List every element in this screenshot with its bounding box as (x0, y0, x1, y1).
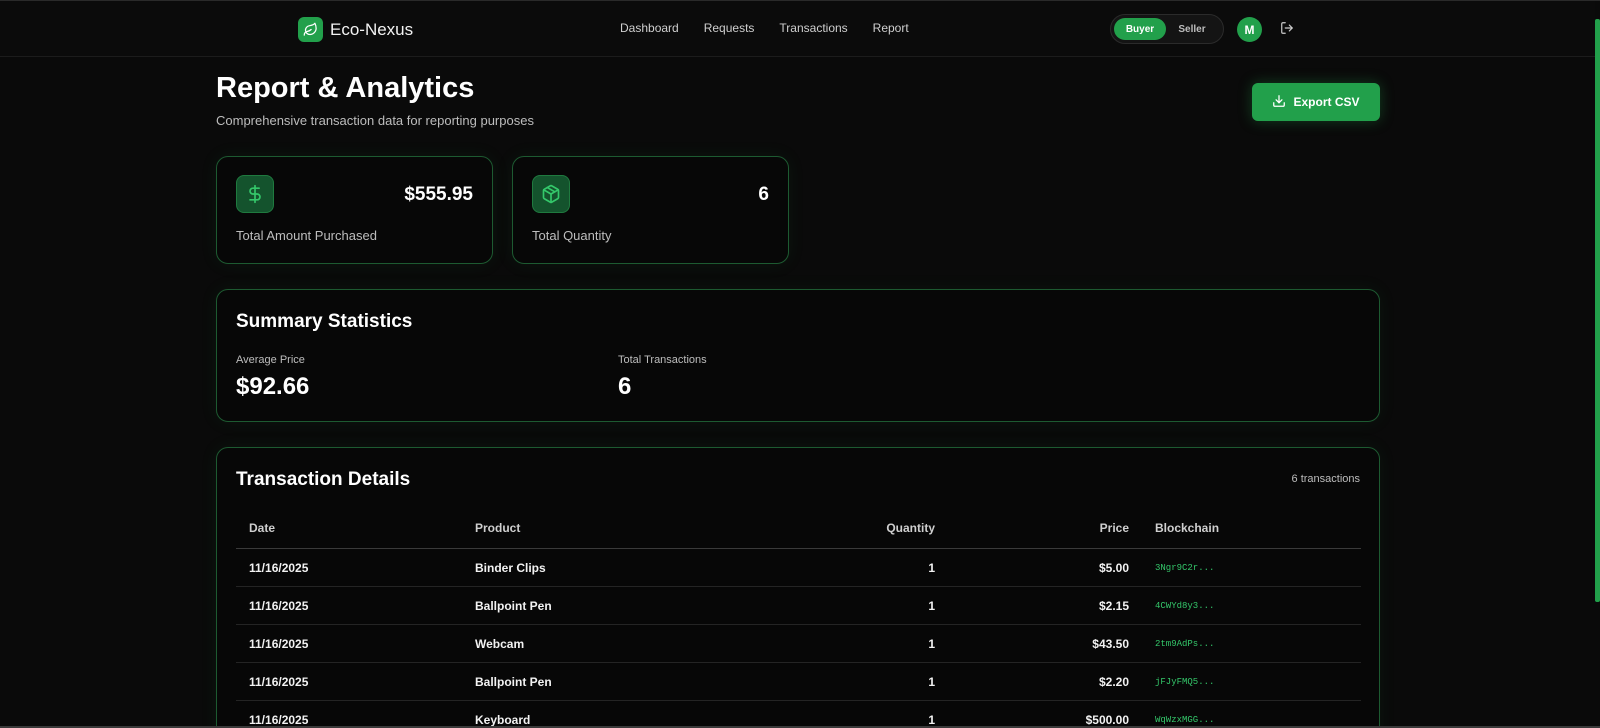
cell-blockchain-link[interactable]: 2tm9AdPs... (1155, 625, 1355, 662)
table-row[interactable]: 11/16/2025 Ballpoint Pen 1 $2.20 jFJyFMQ… (236, 663, 1361, 701)
table-row[interactable]: 11/16/2025 Keyboard 1 $500.00 WqWzxMGG..… (236, 701, 1361, 728)
buyer-toggle-button[interactable]: Buyer (1114, 18, 1166, 40)
cell-blockchain-link[interactable]: jFJyFMQ5... (1155, 663, 1355, 700)
transactions-table: Date Product Quantity Price Blockchain 1… (236, 508, 1361, 728)
brand-logo[interactable]: Eco-Nexus (298, 17, 413, 42)
cell-quantity: 1 (928, 636, 935, 651)
column-header-quantity[interactable]: Quantity (796, 508, 935, 548)
column-header-price[interactable]: Price (996, 508, 1129, 548)
cell-date: 11/16/2025 (249, 712, 309, 727)
total-transactions-value: 6 (618, 373, 632, 400)
stat-card-total-quantity: 6 Total Quantity (512, 156, 789, 264)
cell-blockchain-link[interactable]: WqWzxMGG... (1155, 701, 1355, 728)
leaf-icon (298, 17, 323, 42)
transaction-details-title: Transaction Details (236, 469, 411, 490)
nav-link-report[interactable]: Report (873, 21, 909, 35)
stat-card-total-amount: $555.95 Total Amount Purchased (216, 156, 493, 264)
nav-links: Dashboard Requests Transactions Report (620, 21, 909, 35)
cell-product: Ballpoint Pen (475, 598, 552, 613)
export-csv-button[interactable]: Export CSV (1252, 83, 1380, 121)
cell-blockchain-link[interactable]: 3Ngr9C2r... (1155, 549, 1355, 586)
logout-icon[interactable] (1280, 21, 1294, 35)
stat-label: Total Amount Purchased (236, 228, 377, 243)
cell-price: $43.50 (1092, 636, 1129, 651)
cell-price: $2.20 (1098, 674, 1129, 689)
table-row[interactable]: 11/16/2025 Binder Clips 1 $5.00 3Ngr9C2r… (236, 549, 1361, 587)
nav-link-dashboard[interactable]: Dashboard (620, 21, 679, 35)
page-title: Report & Analytics (216, 72, 475, 104)
summary-title: Summary Statistics (236, 311, 413, 332)
nav-link-transactions[interactable]: Transactions (779, 21, 847, 35)
total-transactions-label: Total Transactions (618, 354, 707, 366)
cell-date: 11/16/2025 (249, 560, 309, 575)
cell-price: $5.00 (1098, 560, 1129, 575)
table-row[interactable]: 11/16/2025 Ballpoint Pen 1 $2.15 4CWYd8y… (236, 587, 1361, 625)
cell-quantity: 1 (928, 598, 935, 613)
cell-quantity: 1 (928, 560, 935, 575)
top-navbar: Eco-Nexus Dashboard Requests Transaction… (0, 1, 1595, 57)
download-icon (1272, 94, 1286, 111)
dollar-icon (236, 175, 274, 213)
stat-value: 6 (758, 184, 769, 205)
export-csv-label: Export CSV (1293, 95, 1360, 109)
transaction-count: 6 transactions (1291, 473, 1360, 485)
page-subtitle: Comprehensive transaction data for repor… (216, 113, 534, 128)
cell-quantity: 1 (928, 674, 935, 689)
cell-quantity: 1 (928, 712, 935, 727)
cell-product: Webcam (475, 636, 525, 651)
cell-blockchain-link[interactable]: 4CWYd8y3... (1155, 587, 1355, 624)
brand-name: Eco-Nexus (330, 19, 414, 39)
cell-product: Binder Clips (475, 560, 546, 575)
cell-product: Ballpoint Pen (475, 674, 552, 689)
transaction-details-card: Transaction Details 6 transactions Date … (216, 447, 1380, 728)
column-header-date[interactable]: Date (249, 508, 449, 548)
cell-price: $2.15 (1098, 598, 1129, 613)
nav-link-requests[interactable]: Requests (704, 21, 755, 35)
column-header-product[interactable]: Product (475, 508, 775, 548)
cell-product: Keyboard (475, 712, 531, 727)
avatar[interactable]: M (1237, 17, 1262, 42)
scrollbar-thumb[interactable] (1595, 19, 1600, 602)
table-header-row: Date Product Quantity Price Blockchain (236, 508, 1361, 549)
column-header-blockchain[interactable]: Blockchain (1155, 508, 1355, 548)
stat-value: $555.95 (404, 184, 473, 205)
cell-price: $500.00 (1085, 712, 1129, 727)
cell-date: 11/16/2025 (249, 674, 309, 689)
average-price-value: $92.66 (236, 373, 310, 400)
stat-label: Total Quantity (532, 228, 612, 243)
table-row[interactable]: 11/16/2025 Webcam 1 $43.50 2tm9AdPs... (236, 625, 1361, 663)
package-icon (532, 175, 570, 213)
table-body: 11/16/2025 Binder Clips 1 $5.00 3Ngr9C2r… (236, 549, 1361, 728)
average-price-label: Average Price (236, 354, 305, 366)
summary-statistics-card: Summary Statistics Average Price $92.66 … (216, 289, 1380, 422)
cell-date: 11/16/2025 (249, 636, 309, 651)
seller-toggle-button[interactable]: Seller (1166, 18, 1218, 40)
role-toggle: Buyer Seller (1110, 14, 1224, 44)
cell-date: 11/16/2025 (249, 598, 309, 613)
